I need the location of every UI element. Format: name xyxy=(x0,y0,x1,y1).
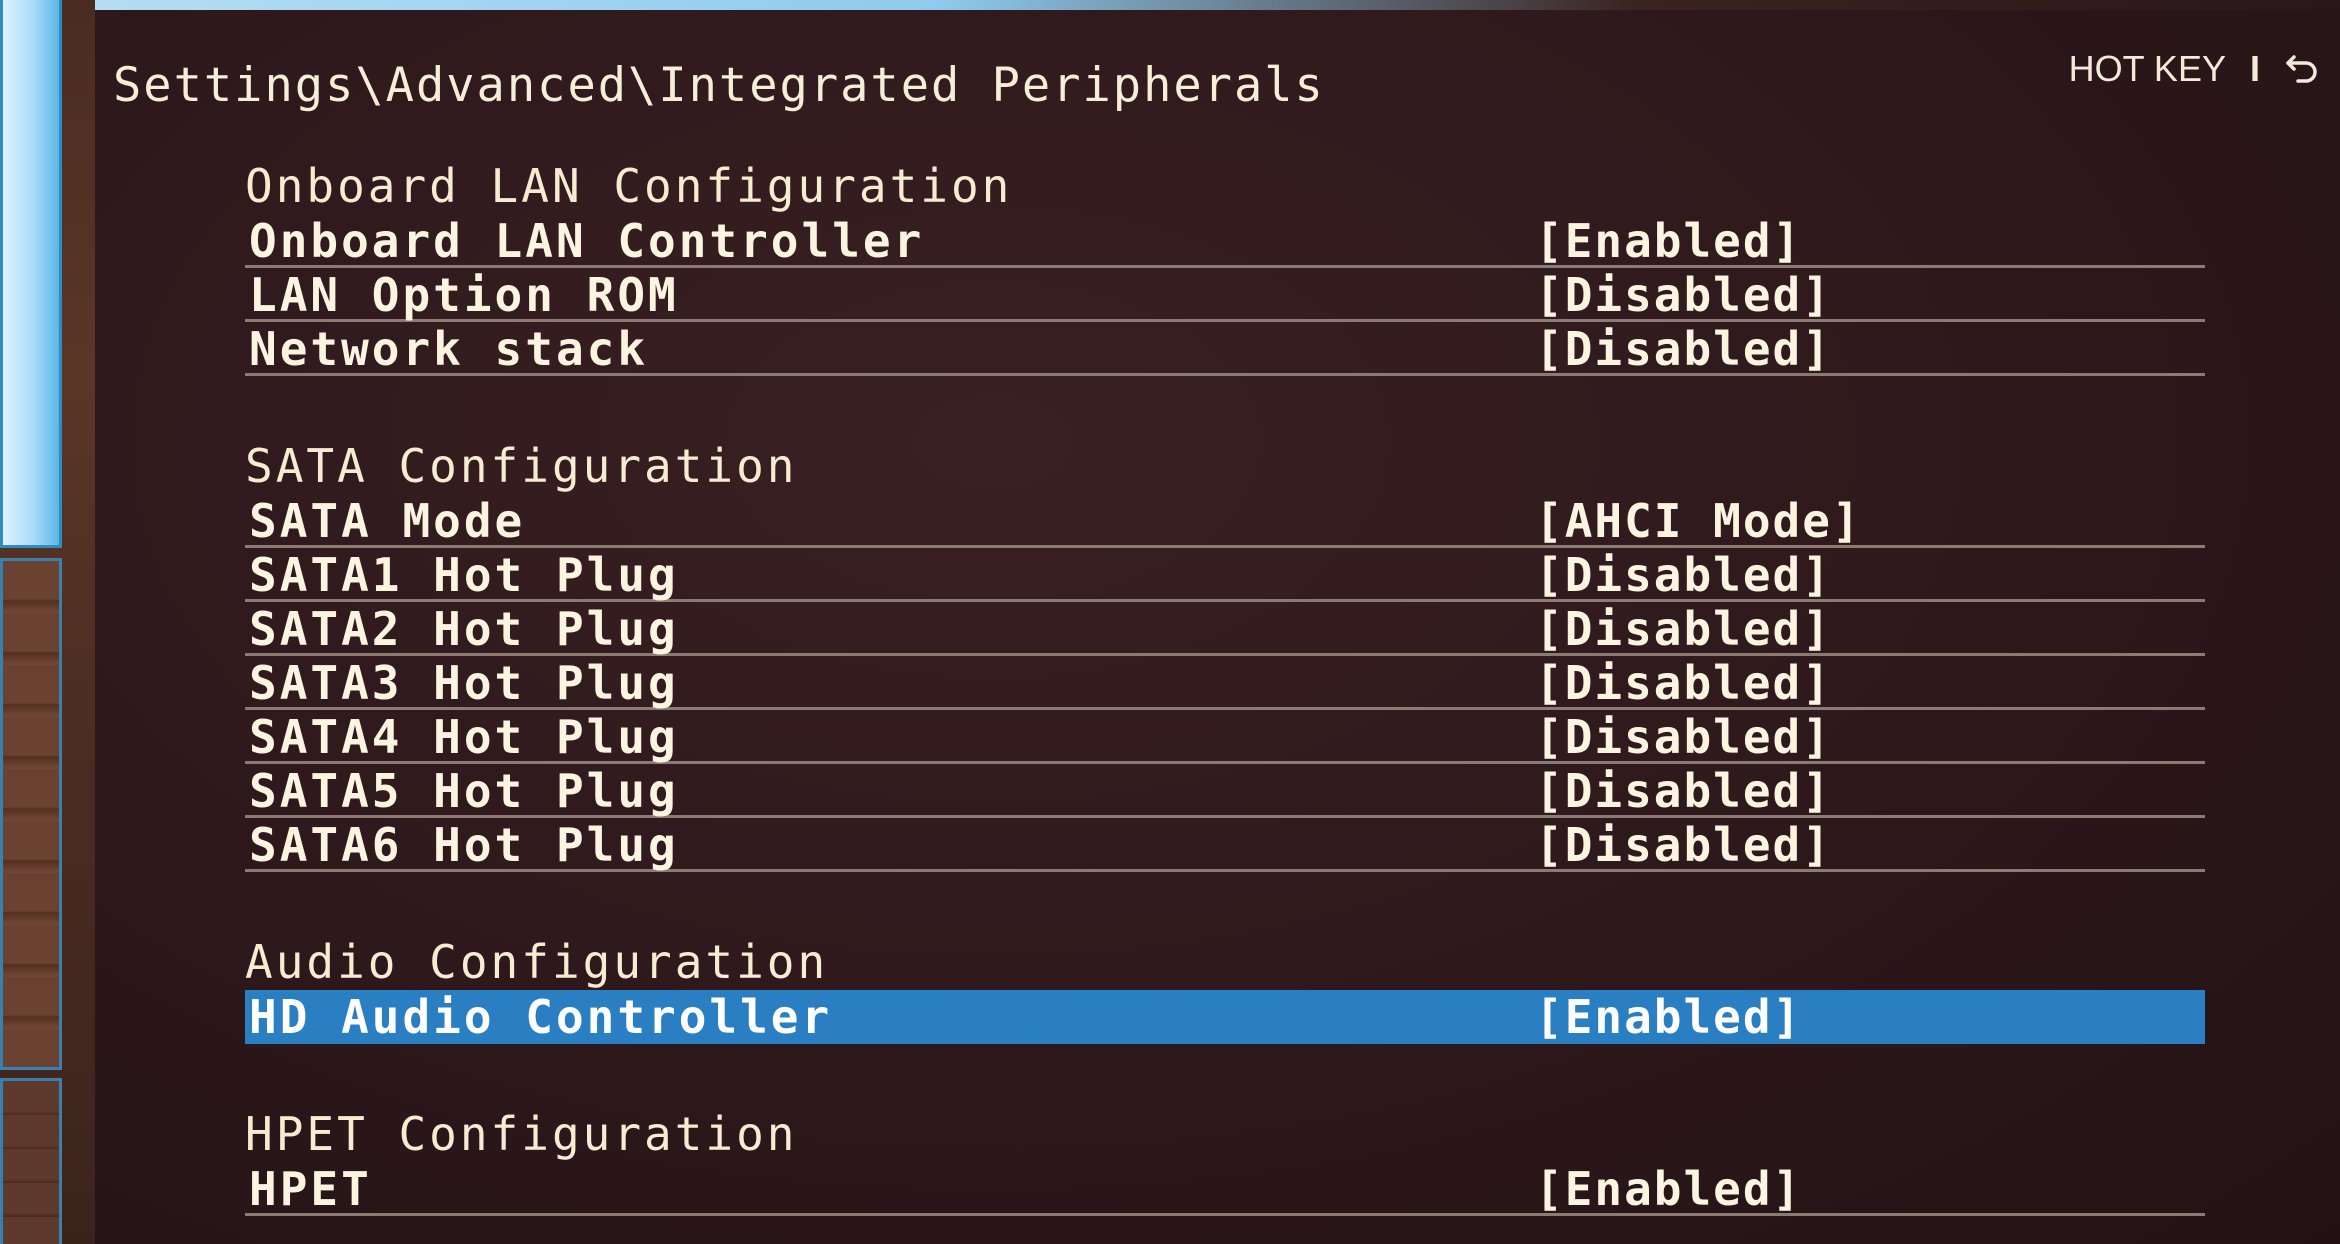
hotkey-button[interactable]: HOT KEY xyxy=(2069,48,2226,90)
section-sata: SATA Configuration SATA Mode [AHCI Mode]… xyxy=(245,438,2215,872)
setting-label: Network stack xyxy=(249,322,649,376)
setting-label: SATA Mode xyxy=(249,494,526,548)
section-title: SATA Configuration xyxy=(245,439,798,493)
setting-value[interactable]: [Disabled] xyxy=(1535,322,1832,376)
hotkey-separator: I xyxy=(2249,48,2260,89)
setting-hd-audio-controller[interactable]: HD Audio Controller [Enabled] xyxy=(245,990,2205,1044)
setting-value[interactable]: [Disabled] xyxy=(1535,548,1832,602)
setting-sata5-hot-plug[interactable]: SATA5 Hot Plug [Disabled] xyxy=(245,764,2205,818)
setting-network-stack[interactable]: Network stack [Disabled] xyxy=(245,322,2205,376)
section-hpet: HPET Configuration HPET [Enabled] xyxy=(245,1106,2215,1216)
setting-value[interactable]: [Disabled] xyxy=(1535,268,1832,322)
side-tab-middle xyxy=(0,558,62,1070)
setting-value[interactable]: [Disabled] xyxy=(1535,656,1832,710)
section-title: Onboard LAN Configuration xyxy=(245,159,1013,213)
left-side-panel xyxy=(0,0,95,1244)
setting-label: HPET xyxy=(249,1162,372,1216)
setting-sata-mode[interactable]: SATA Mode [AHCI Mode] xyxy=(245,494,2205,548)
setting-label: SATA4 Hot Plug xyxy=(249,710,679,764)
setting-sata2-hot-plug[interactable]: SATA2 Hot Plug [Disabled] xyxy=(245,602,2205,656)
setting-value[interactable]: [AHCI Mode] xyxy=(1535,494,1862,548)
settings-list: Onboard LAN Configuration Onboard LAN Co… xyxy=(245,158,2215,1216)
setting-value[interactable]: [Disabled] xyxy=(1535,764,1832,818)
setting-sata1-hot-plug[interactable]: SATA1 Hot Plug [Disabled] xyxy=(245,548,2205,602)
setting-value[interactable]: [Enabled] xyxy=(1535,214,1802,268)
breadcrumb: Settings\Advanced\Integrated Peripherals xyxy=(113,58,1325,113)
setting-lan-option-rom[interactable]: LAN Option ROM [Disabled] xyxy=(245,268,2205,322)
side-tab-bottom xyxy=(0,1078,62,1244)
setting-value[interactable]: [Enabled] xyxy=(1535,990,1802,1044)
setting-sata6-hot-plug[interactable]: SATA6 Hot Plug [Disabled] xyxy=(245,818,2205,872)
section-title: Audio Configuration xyxy=(245,935,829,989)
section-onboard-lan: Onboard LAN Configuration Onboard LAN Co… xyxy=(245,158,2215,376)
hotkey-bar: HOT KEY I xyxy=(2069,48,2320,90)
setting-sata4-hot-plug[interactable]: SATA4 Hot Plug [Disabled] xyxy=(245,710,2205,764)
section-audio: Audio Configuration HD Audio Controller … xyxy=(245,934,2215,1044)
setting-hpet[interactable]: HPET [Enabled] xyxy=(245,1162,2205,1216)
setting-sata3-hot-plug[interactable]: SATA3 Hot Plug [Disabled] xyxy=(245,656,2205,710)
setting-value[interactable]: [Disabled] xyxy=(1535,818,1832,872)
setting-label: HD Audio Controller xyxy=(249,990,833,1044)
screen-top-edge xyxy=(0,0,2340,10)
setting-label: SATA3 Hot Plug xyxy=(249,656,679,710)
setting-label: SATA1 Hot Plug xyxy=(249,548,679,602)
setting-label: LAN Option ROM xyxy=(249,268,679,322)
bios-settings-panel: Settings\Advanced\Integrated Peripherals… xyxy=(95,10,2340,1244)
setting-label: SATA5 Hot Plug xyxy=(249,764,679,818)
setting-value[interactable]: [Enabled] xyxy=(1535,1162,1802,1216)
section-title: HPET Configuration xyxy=(245,1107,798,1161)
setting-value[interactable]: [Disabled] xyxy=(1535,602,1832,656)
setting-label: Onboard LAN Controller xyxy=(249,214,925,268)
setting-onboard-lan-controller[interactable]: Onboard LAN Controller [Enabled] xyxy=(245,214,2205,268)
side-tab-top xyxy=(0,0,62,548)
setting-value[interactable]: [Disabled] xyxy=(1535,710,1832,764)
setting-label: SATA6 Hot Plug xyxy=(249,818,679,872)
back-arrow-icon[interactable] xyxy=(2284,51,2320,87)
setting-label: SATA2 Hot Plug xyxy=(249,602,679,656)
